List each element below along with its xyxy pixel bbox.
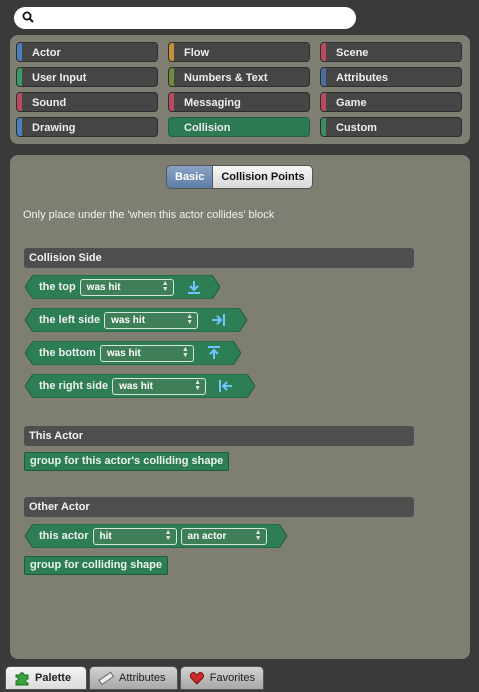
category-attributes[interactable]: Attributes bbox=[320, 67, 462, 87]
chevron-updown-icon: ▲ ▼ bbox=[161, 279, 169, 293]
category-label: Collision bbox=[184, 122, 231, 134]
block-label: the bottom bbox=[39, 347, 96, 359]
search-input[interactable] bbox=[40, 10, 340, 26]
category-label: Actor bbox=[32, 47, 61, 59]
search-bar[interactable] bbox=[14, 7, 356, 29]
category-label: Game bbox=[336, 97, 367, 109]
category-sound[interactable]: Sound bbox=[16, 92, 158, 112]
select-value: was hit bbox=[106, 347, 141, 359]
category-color-stripe bbox=[17, 93, 22, 111]
select-value: an actor bbox=[187, 530, 227, 542]
category-actor[interactable]: Actor bbox=[16, 42, 158, 62]
tab-basic[interactable]: Basic bbox=[167, 166, 214, 188]
collision-side-block-left[interactable]: the left side was hit ▲ ▼ bbox=[25, 308, 247, 332]
select-value: hit bbox=[99, 530, 112, 542]
section-other-actor: Other Actor bbox=[24, 497, 414, 517]
block-content: the left side was hit ▲ ▼ bbox=[25, 311, 226, 329]
chevron-updown-icon: ▲ ▼ bbox=[254, 528, 262, 542]
category-label: User Input bbox=[32, 72, 87, 84]
heart-icon bbox=[189, 672, 204, 685]
category-label: Sound bbox=[32, 97, 67, 109]
category-panel: Actor Flow Scene User Input Numbers & Te… bbox=[10, 35, 470, 144]
arrow-left-to-bar-icon bbox=[219, 380, 233, 392]
category-label: Messaging bbox=[184, 97, 241, 109]
tab-label: Palette bbox=[35, 672, 72, 684]
category-color-stripe bbox=[169, 93, 174, 111]
category-collision[interactable]: Collision bbox=[168, 117, 310, 137]
chevron-updown-icon: ▲ ▼ bbox=[186, 312, 194, 326]
hit-state-select[interactable]: was hit ▲ ▼ bbox=[99, 344, 194, 362]
category-label: Drawing bbox=[32, 122, 76, 134]
block-label: this actor bbox=[39, 530, 89, 542]
category-label: Numbers & Text bbox=[184, 72, 268, 84]
collision-side-block-right[interactable]: the right side was hit ▲ ▼ bbox=[25, 374, 255, 398]
mode-toggle: Basic Collision Points bbox=[166, 165, 314, 189]
category-numbers-text[interactable]: Numbers & Text bbox=[168, 67, 310, 87]
collision-side-block-bottom[interactable]: the bottom was hit ▲ ▼ bbox=[25, 341, 241, 365]
block-palette-panel: Basic Collision Points Only place under … bbox=[10, 155, 470, 659]
tab-favorites[interactable]: Favorites bbox=[180, 666, 264, 690]
tab-label: Attributes bbox=[119, 672, 166, 684]
section-this-actor: This Actor bbox=[24, 426, 414, 446]
section-collision-side: Collision Side bbox=[24, 248, 414, 268]
category-color-stripe bbox=[17, 118, 22, 136]
collision-side-block-top[interactable]: the top was hit ▲ ▼ bbox=[25, 275, 220, 299]
block-content: the right side was hit ▲ ▼ bbox=[25, 377, 234, 395]
block-content: the bottom was hit ▲ ▼ bbox=[25, 344, 222, 362]
category-color-stripe bbox=[169, 68, 174, 86]
category-label: Scene bbox=[336, 47, 369, 59]
hit-state-select[interactable]: was hit ▲ ▼ bbox=[104, 311, 199, 329]
puzzle-icon bbox=[15, 672, 29, 686]
category-custom[interactable]: Custom bbox=[320, 117, 462, 137]
block-content: this actor hit ▲ ▼ an actor ▲ ▼ bbox=[25, 527, 267, 545]
hit-state-select[interactable]: hit ▲ ▼ bbox=[92, 527, 177, 545]
usage-hint: Only place under the 'when this actor co… bbox=[23, 209, 275, 221]
arrow-down-to-bar-icon bbox=[187, 281, 200, 294]
category-label: Flow bbox=[184, 47, 210, 59]
category-label: Attributes bbox=[336, 72, 388, 84]
block-content: the top was hit ▲ ▼ bbox=[25, 278, 202, 296]
category-messaging[interactable]: Messaging bbox=[168, 92, 310, 112]
category-game[interactable]: Game bbox=[320, 92, 462, 112]
category-color-stripe bbox=[17, 68, 22, 86]
category-color-stripe bbox=[321, 93, 326, 111]
colliding-shape-block[interactable]: group for colliding shape bbox=[24, 556, 168, 575]
arrow-right-to-bar-icon bbox=[212, 314, 226, 326]
category-color-stripe bbox=[169, 43, 174, 61]
ruler-icon bbox=[98, 671, 114, 686]
category-color-stripe bbox=[321, 118, 326, 136]
tab-palette[interactable]: Palette bbox=[5, 666, 87, 690]
category-flow[interactable]: Flow bbox=[168, 42, 310, 62]
category-drawing[interactable]: Drawing bbox=[16, 117, 158, 137]
tab-attributes[interactable]: Attributes bbox=[89, 666, 178, 690]
category-user-input[interactable]: User Input bbox=[16, 67, 158, 87]
category-color-stripe bbox=[321, 43, 326, 61]
block-label: the left side bbox=[39, 314, 101, 326]
this-actor-hit-block[interactable]: this actor hit ▲ ▼ an actor ▲ ▼ bbox=[25, 524, 287, 548]
select-value: was hit bbox=[119, 380, 153, 392]
chevron-updown-icon: ▲ ▼ bbox=[164, 528, 172, 542]
block-label: the top bbox=[39, 281, 76, 293]
category-scene[interactable]: Scene bbox=[320, 42, 462, 62]
select-value: was hit bbox=[111, 314, 146, 326]
category-label: Custom bbox=[336, 122, 377, 134]
select-value: was hit bbox=[86, 281, 121, 293]
chevron-updown-icon: ▲ ▼ bbox=[181, 345, 189, 359]
chevron-updown-icon: ▲ ▼ bbox=[194, 378, 202, 392]
arrow-up-to-bar-icon bbox=[207, 346, 220, 359]
category-color-stripe bbox=[321, 68, 326, 86]
actor-target-select[interactable]: an actor ▲ ▼ bbox=[180, 527, 267, 545]
search-icon bbox=[22, 11, 34, 23]
hit-state-select[interactable]: was hit ▲ ▼ bbox=[79, 278, 174, 296]
tab-label: Favorites bbox=[209, 672, 255, 684]
tab-collision-points[interactable]: Collision Points bbox=[213, 166, 313, 188]
block-label: the right side bbox=[39, 380, 109, 392]
this-actor-shape-block[interactable]: group for this actor's colliding shape bbox=[24, 452, 230, 471]
category-color-stripe bbox=[17, 43, 22, 61]
hit-state-select[interactable]: was hit ▲ ▼ bbox=[112, 377, 207, 395]
bottom-tab-bar: Palette Attributes Favorites bbox=[0, 662, 479, 692]
